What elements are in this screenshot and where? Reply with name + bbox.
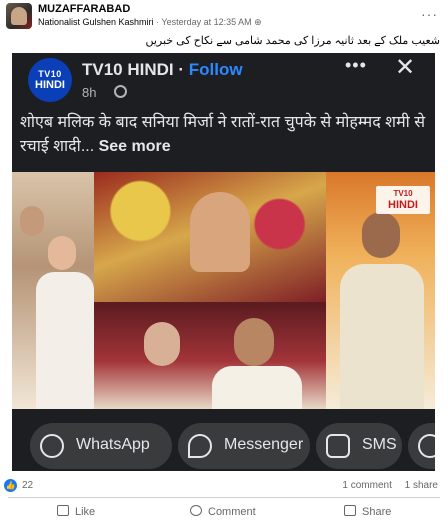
embedded-headline: शोएब मलिक के बाद सनिया मिर्जा ने रातों-र…: [20, 114, 426, 155]
comment-count[interactable]: 1 comment: [342, 480, 391, 491]
post-header: MUZAFFARABAD Nationalist Gulshen Kashmir…: [0, 0, 448, 34]
globe-icon: ⊕: [254, 17, 262, 27]
photo-bride-groom: [94, 302, 326, 409]
embedded-messenger-button: Messenger: [178, 423, 310, 469]
group-avatar[interactable]: [6, 3, 32, 29]
share-button[interactable]: Share: [344, 505, 391, 518]
photo-hands: [190, 192, 250, 272]
sms-icon: [326, 434, 350, 458]
facebook-post: MUZAFFARABAD Nationalist Gulshen Kashmir…: [0, 0, 448, 523]
photo-bride-face: [144, 322, 180, 366]
watermark-text-bottom: HINDI: [388, 199, 418, 211]
group-name[interactable]: MUZAFFARABAD: [38, 3, 130, 15]
photo-groom-face: [234, 318, 274, 366]
photo-man-right: TV10 HINDI: [326, 172, 435, 409]
photo-face: [362, 212, 400, 258]
embedded-page-name: TV10 HINDI: [82, 60, 174, 79]
logo-text-top: TV10: [38, 69, 62, 79]
like-reaction-icon: 👍: [4, 479, 17, 492]
tv10-logo: TV10 HINDI: [28, 58, 72, 102]
link-icon: [418, 434, 435, 458]
embedded-see-more: See more: [98, 138, 171, 155]
watermark-text-top: TV10: [393, 189, 413, 198]
embedded-close-icon: ✕: [395, 54, 416, 81]
engagement-counts: 1 comment 1 share: [342, 480, 438, 491]
meta-separator: ·: [156, 17, 160, 27]
post-meta: Nationalist Gulshen Kashmiri · Yesterday…: [38, 17, 262, 28]
embedded-more-icon: •••: [345, 55, 367, 75]
embedded-share-row: WhatsApp Messenger SMS: [12, 419, 435, 471]
photo-groom-outfit: [212, 366, 302, 409]
share-button-label: Messenger: [224, 436, 304, 453]
comment-icon: [190, 505, 202, 516]
comment-label: Comment: [208, 506, 256, 518]
embedded-time: 8h: [82, 85, 97, 100]
post-options-icon[interactable]: ···: [421, 6, 438, 22]
avatar-image: [11, 7, 27, 25]
embedded-sms-button: SMS: [316, 423, 402, 469]
embedded-follow-button: Follow: [188, 60, 243, 79]
embedded-whatsapp-button: WhatsApp: [30, 423, 172, 469]
comment-button[interactable]: Comment: [190, 505, 256, 518]
share-button-label: SMS: [362, 436, 397, 453]
embedded-dot: ·: [178, 60, 185, 79]
author-name[interactable]: Nationalist Gulshen Kashmiri: [38, 17, 154, 27]
divider: [8, 497, 440, 498]
photo-collage: TV10 HINDI: [12, 172, 435, 409]
embedded-globe-icon: [114, 85, 127, 98]
embedded-screenshot[interactable]: TV10 HINDI TV10 HINDI · Follow 8h ••• ✕ …: [12, 53, 435, 471]
messenger-icon: [188, 434, 212, 458]
post-caption: شعیب ملک کے بعد ثانیہ مرزا کی محمد شامی …: [145, 35, 440, 47]
whatsapp-icon: [40, 434, 64, 458]
photo-dress: [36, 272, 94, 409]
share-label: Share: [362, 506, 392, 518]
like-icon: [57, 505, 69, 516]
post-timestamp[interactable]: Yesterday at 12:35 AM: [161, 17, 251, 27]
reaction-count[interactable]: 22: [22, 480, 33, 491]
photo-face: [48, 236, 76, 270]
photo-prayer-hands: [94, 172, 326, 302]
photo-couple-left: [12, 172, 94, 409]
like-label: Like: [75, 506, 96, 518]
post-actions: Like Comment Share: [0, 502, 448, 522]
like-button[interactable]: Like: [57, 505, 95, 518]
photo-face: [20, 206, 44, 236]
embedded-link-button: [408, 423, 435, 469]
logo-text-bottom: HINDI: [35, 79, 65, 91]
photo-kurta: [340, 264, 424, 409]
embedded-headline-block: शोएब मलिक के बाद सनिया मिर्जा ने रातों-र…: [20, 111, 430, 159]
tv10-watermark: TV10 HINDI: [376, 186, 430, 214]
share-count[interactable]: 1 share: [405, 480, 438, 491]
share-button-label: WhatsApp: [76, 436, 150, 453]
embedded-page-name-row: TV10 HINDI · Follow: [82, 60, 243, 80]
share-icon: [344, 505, 356, 516]
